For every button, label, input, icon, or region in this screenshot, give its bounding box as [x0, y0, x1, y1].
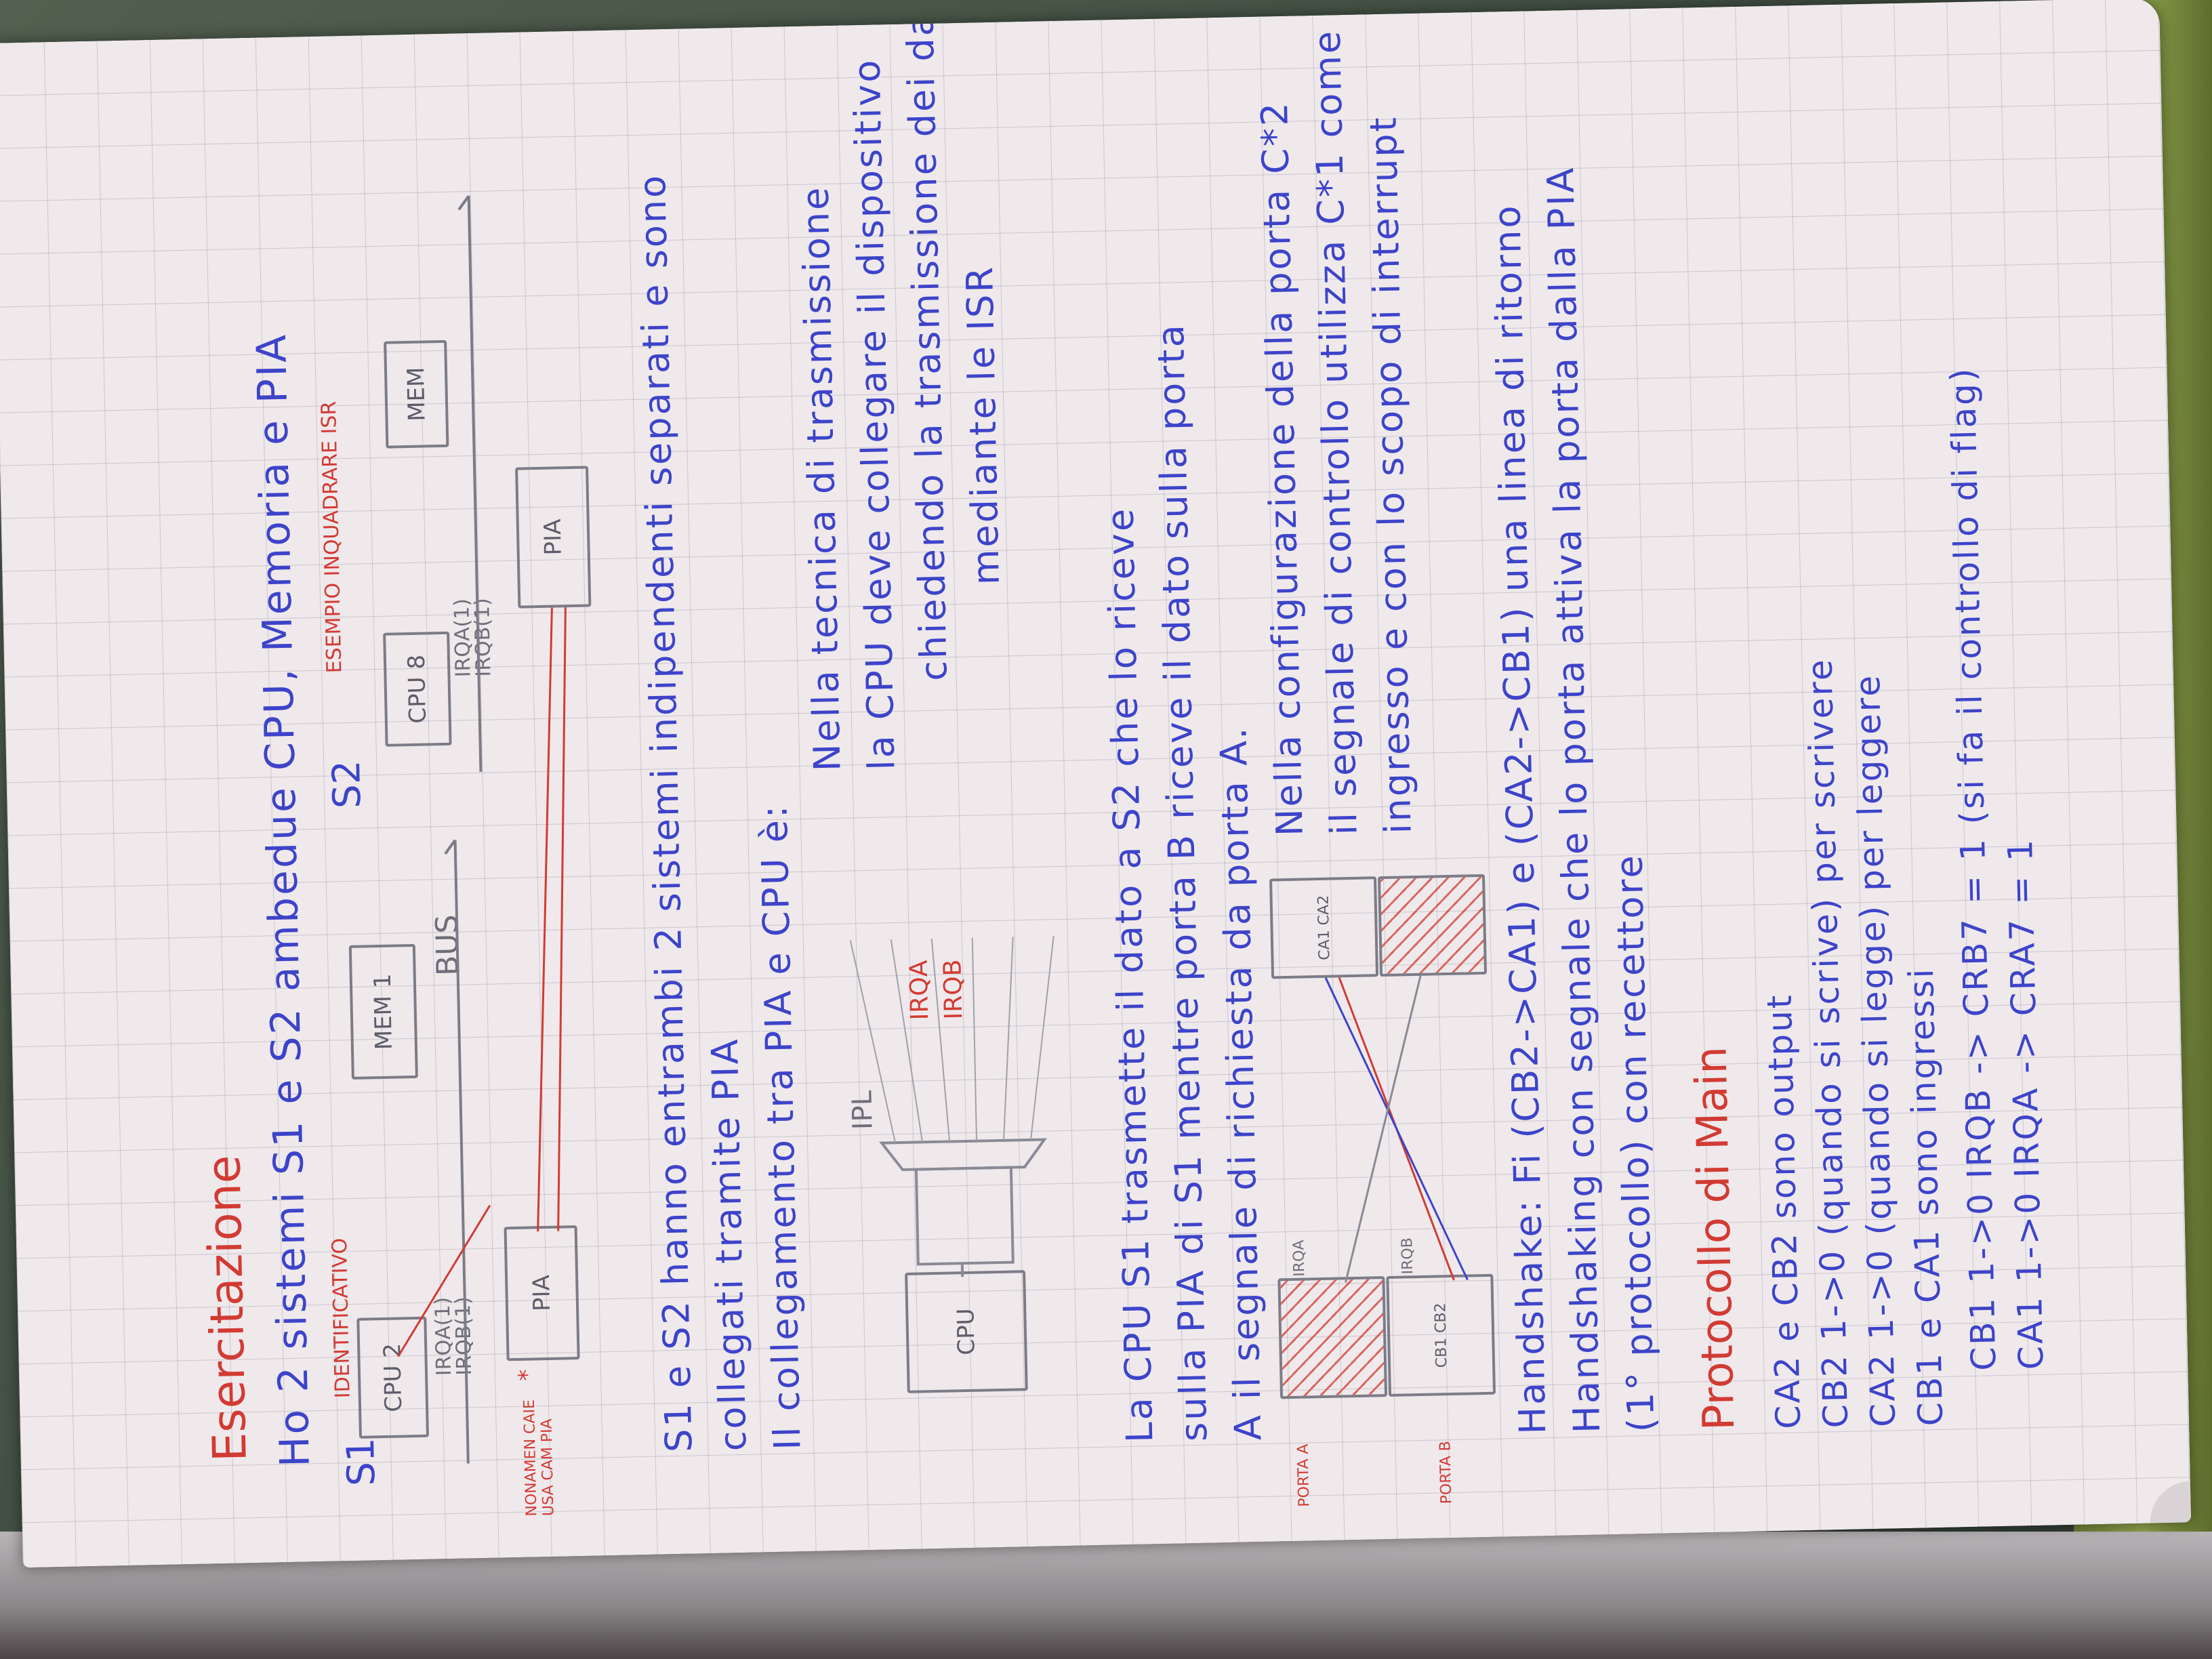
- page-content: Esercitazione Ho 2 sistemi S1 e S2 ambed…: [0, 0, 2191, 1568]
- wire-cb1-ca2: [1324, 977, 1469, 1281]
- wire-data: [1345, 975, 1422, 1283]
- notebook-page: Esercitazione Ho 2 sistemi S1 e S2 ambed…: [0, 0, 2192, 1568]
- section2-title: Protocollo di Main: [1686, 1046, 1745, 1431]
- page-corner: [2108, 1441, 2192, 1524]
